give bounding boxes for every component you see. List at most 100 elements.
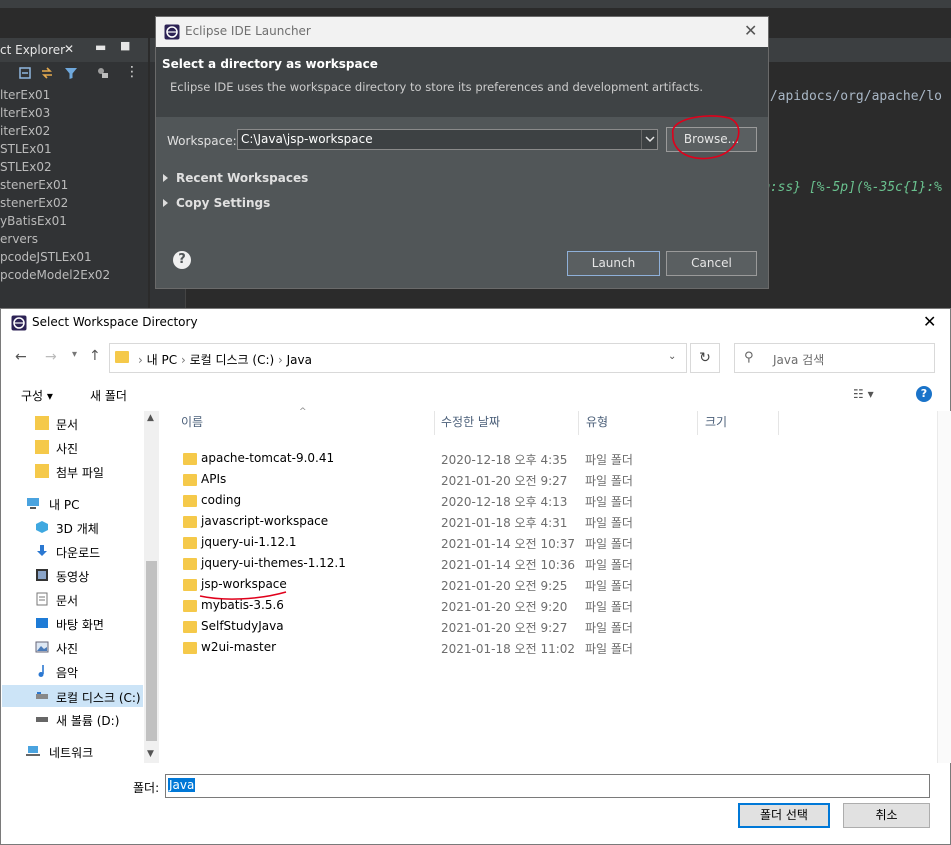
close-icon[interactable]: ✕ bbox=[744, 21, 757, 40]
scroll-down-icon[interactable]: ▼ bbox=[147, 749, 154, 759]
column-header-size[interactable]: 크기 bbox=[705, 411, 727, 433]
collapse-all-icon[interactable] bbox=[18, 66, 32, 80]
close-icon[interactable]: ✕ bbox=[64, 42, 74, 56]
scrollbar-thumb[interactable] bbox=[146, 561, 157, 741]
project-item[interactable]: pcodeJSTLEx01 bbox=[0, 250, 92, 268]
launcher-title: Eclipse IDE Launcher bbox=[185, 24, 311, 38]
nav-item[interactable]: 동영상 bbox=[35, 567, 143, 587]
code-line: m:ss} [%-5p](%-35c{1}:% bbox=[762, 180, 943, 195]
list-item[interactable]: APIs 2021-01-20 오전 9:27 파일 폴더 bbox=[174, 470, 694, 491]
forward-arrow-icon[interactable]: → bbox=[45, 349, 57, 365]
project-explorer-title[interactable]: ct Explorer bbox=[0, 43, 65, 57]
nav-item[interactable]: 문서 bbox=[35, 591, 143, 611]
close-icon[interactable]: ✕ bbox=[923, 312, 936, 331]
scroll-up-icon[interactable]: ▲ bbox=[147, 413, 154, 423]
folder-icon bbox=[35, 464, 49, 478]
project-item[interactable]: lterEx03 bbox=[0, 106, 50, 124]
project-item[interactable]: ervers bbox=[0, 232, 38, 250]
project-explorer-header: ct Explorer ✕ ▬ ■ bbox=[0, 38, 148, 62]
project-item[interactable]: STLEx02 bbox=[0, 160, 52, 178]
breadcrumb-item[interactable]: 로컬 디스크 (C:) bbox=[190, 353, 275, 367]
recent-workspaces-toggle[interactable]: Recent Workspaces bbox=[163, 171, 308, 185]
cancel-button[interactable]: 취소 bbox=[843, 803, 930, 828]
list-item[interactable]: jquery-ui-themes-1.12.1 2021-01-14 오전 10:… bbox=[174, 554, 694, 575]
folder-dialog: Select Workspace Directory ✕ ← → ▾ ↑ › 내… bbox=[0, 308, 951, 845]
project-item[interactable]: stenerEx01 bbox=[0, 178, 68, 196]
folder-icon bbox=[183, 453, 197, 465]
project-item[interactable]: pcodeModel2Ex02 bbox=[0, 268, 110, 286]
project-explorer-toolbar: ⋮ bbox=[0, 62, 148, 86]
nav-item[interactable]: 바탕 화면 bbox=[35, 615, 143, 635]
chevron-down-icon[interactable]: ⌄ bbox=[668, 351, 676, 362]
select-folder-button[interactable]: 폴더 선택 bbox=[738, 803, 830, 828]
folder-input[interactable]: Java bbox=[165, 774, 930, 798]
list-item[interactable]: w2ui-master 2021-01-18 오전 11:02 파일 폴더 bbox=[174, 638, 694, 659]
new-folder-button[interactable]: 새 폴더 bbox=[90, 387, 127, 404]
project-item[interactable]: yBatisEx01 bbox=[0, 214, 67, 232]
folder-icon bbox=[183, 516, 197, 528]
organize-menu[interactable]: 구성 ▾ bbox=[21, 387, 53, 404]
breadcrumb-item[interactable]: 내 PC bbox=[147, 353, 177, 367]
chevron-down-icon[interactable]: ▾ bbox=[72, 349, 77, 360]
list-item[interactable]: coding 2020-12-18 오후 4:13 파일 폴더 bbox=[174, 491, 694, 512]
nav-item[interactable]: 사진 bbox=[35, 439, 143, 459]
project-item[interactable]: stenerEx02 bbox=[0, 196, 68, 214]
project-item[interactable]: lterEx01 bbox=[0, 88, 50, 106]
document-icon bbox=[36, 592, 48, 606]
list-item[interactable]: SelfStudyJava 2021-01-20 오전 9:27 파일 폴더 bbox=[174, 617, 694, 638]
scrollbar[interactable]: ▲ ▼ bbox=[144, 411, 159, 763]
folder-icon bbox=[183, 579, 197, 591]
nav-item-selected[interactable]: 로컬 디스크 (C:) bbox=[2, 685, 143, 707]
column-header-name[interactable]: 이름 bbox=[181, 411, 203, 433]
column-divider[interactable] bbox=[434, 411, 435, 435]
breadcrumb-item[interactable]: Java bbox=[287, 353, 312, 367]
folder-input-value[interactable]: Java bbox=[168, 778, 196, 792]
copy-settings-toggle[interactable]: Copy Settings bbox=[163, 196, 270, 210]
column-divider[interactable] bbox=[778, 411, 779, 435]
up-arrow-icon[interactable]: ↑ bbox=[89, 348, 101, 364]
nav-item[interactable]: 다운로드 bbox=[35, 543, 143, 563]
download-icon bbox=[37, 545, 47, 556]
minimize-icon[interactable]: ▬ bbox=[95, 40, 106, 54]
nav-item[interactable]: 내 PC bbox=[26, 495, 143, 515]
cube-icon bbox=[36, 521, 48, 533]
project-item[interactable]: STLEx01 bbox=[0, 142, 52, 160]
view-menu-icon[interactable]: ⋮ bbox=[125, 64, 139, 80]
help-icon[interactable]: ? bbox=[173, 251, 191, 269]
scrollbar[interactable] bbox=[937, 411, 951, 763]
refresh-icon[interactable]: ↻ bbox=[690, 343, 720, 373]
list-item[interactable]: jquery-ui-1.12.1 2021-01-14 오전 10:37 파일 폴더 bbox=[174, 533, 694, 554]
nav-item[interactable]: 사진 bbox=[35, 639, 143, 659]
nav-item[interactable]: 네트워크 bbox=[26, 743, 143, 763]
expand-arrow-icon bbox=[163, 199, 168, 207]
launch-button[interactable]: Launch bbox=[567, 251, 660, 276]
search-icon: ⚲ bbox=[744, 350, 754, 365]
column-header-type[interactable]: 유형 bbox=[586, 411, 608, 433]
link-editor-icon[interactable] bbox=[40, 66, 54, 80]
nav-item[interactable]: 새 볼륨 (D:) bbox=[35, 711, 143, 731]
view-options-icon[interactable]: ☷ ▾ bbox=[853, 387, 874, 401]
nav-item[interactable]: 첨부 파일 bbox=[35, 463, 143, 483]
help-icon[interactable]: ? bbox=[916, 386, 932, 402]
search-input[interactable]: ⚲ Java 검색 bbox=[734, 343, 935, 373]
workspace-combo[interactable]: C:\Java\jsp-workspace bbox=[237, 129, 658, 150]
cancel-button[interactable]: Cancel bbox=[666, 251, 757, 276]
folder-icon bbox=[183, 642, 197, 654]
chevron-down-icon[interactable] bbox=[641, 130, 657, 149]
list-item[interactable]: javascript-workspace 2021-01-18 오후 4:31 파일… bbox=[174, 512, 694, 533]
back-arrow-icon[interactable]: ← bbox=[15, 349, 27, 365]
column-divider[interactable] bbox=[697, 411, 698, 435]
nav-item[interactable]: 문서 bbox=[35, 415, 143, 435]
folder-icon bbox=[35, 416, 49, 430]
workspace-value[interactable]: C:\Java\jsp-workspace bbox=[241, 132, 373, 146]
list-item[interactable]: apache-tomcat-9.0.41 2020-12-18 오후 4:35 파일… bbox=[174, 449, 694, 470]
maximize-icon[interactable]: ■ bbox=[120, 39, 130, 52]
nav-item[interactable]: 음악 bbox=[35, 663, 143, 683]
column-divider[interactable] bbox=[578, 411, 579, 435]
focus-icon[interactable] bbox=[96, 66, 110, 80]
nav-item[interactable]: 3D 개체 bbox=[35, 519, 143, 539]
column-header-date[interactable]: 수정한 날짜 bbox=[441, 411, 500, 433]
filter-icon[interactable] bbox=[64, 66, 78, 80]
project-item[interactable]: iterEx02 bbox=[0, 124, 50, 142]
address-bar[interactable]: › 내 PC › 로컬 디스크 (C:) › Java ⌄ bbox=[109, 343, 687, 373]
